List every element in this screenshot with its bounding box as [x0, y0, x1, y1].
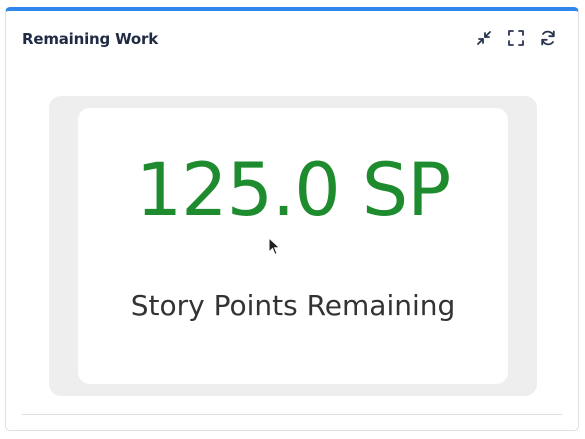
- remaining-work-widget: Remaining Work 125.0 SP Story Points Rem…: [5, 7, 579, 431]
- story-points-value: 125.0 SP: [135, 148, 452, 233]
- widget-header: Remaining Work: [6, 11, 578, 63]
- metric-panel: 125.0 SP Story Points Remaining: [49, 96, 537, 396]
- collapse-icon[interactable]: [474, 28, 494, 48]
- widget-toolbar: [474, 28, 558, 48]
- metric-card: 125.0 SP Story Points Remaining: [78, 108, 508, 384]
- widget-title: Remaining Work: [22, 30, 158, 48]
- fullscreen-icon[interactable]: [506, 28, 526, 48]
- footer-divider: [22, 414, 562, 415]
- refresh-icon[interactable]: [538, 28, 558, 48]
- mouse-cursor-icon: [268, 237, 281, 256]
- story-points-label: Story Points Remaining: [130, 289, 456, 322]
